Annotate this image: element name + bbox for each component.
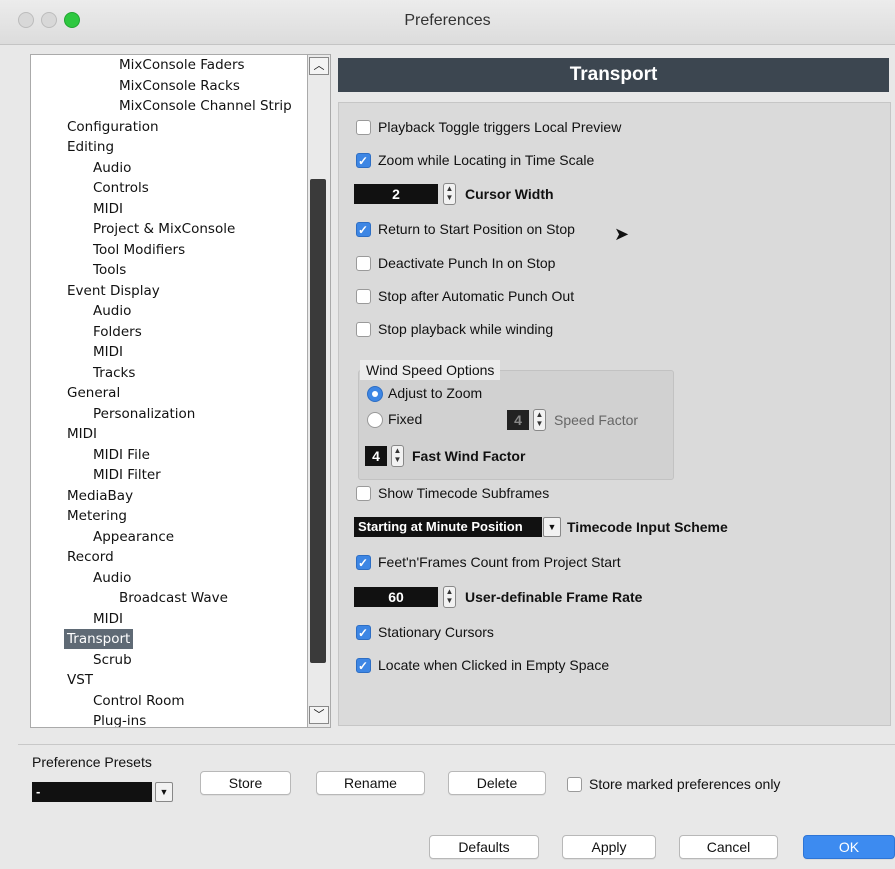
tree-item[interactable]: Broadcast Wave <box>119 588 228 608</box>
rename-button[interactable]: Rename <box>316 771 425 795</box>
adjust-zoom-radio[interactable] <box>367 386 383 402</box>
presets-select[interactable]: - <box>32 782 152 802</box>
frame-rate-stepper[interactable]: ▲ ▼ <box>443 586 456 608</box>
tree-item[interactable]: Editing <box>67 137 114 157</box>
stop-punch-out-checkbox[interactable] <box>356 289 371 304</box>
tree-item[interactable]: Controls <box>93 178 149 198</box>
speed-factor-label: Speed Factor <box>554 412 639 428</box>
cursor-width-stepper[interactable]: ▲ ▼ <box>443 183 456 205</box>
zoom-locating-label: Zoom while Locating in Time Scale <box>378 152 595 168</box>
tree-item[interactable]: MIDI <box>93 609 123 629</box>
stationary-checkbox[interactable] <box>356 623 371 643</box>
preferences-tree[interactable]: MixConsole Faders MixConsole Racks MixCons… <box>30 54 308 728</box>
fixed-radio[interactable] <box>367 412 383 428</box>
scroll-down-icon[interactable]: ﹀ <box>309 706 329 724</box>
tree-item[interactable]: MIDI Filter <box>93 465 161 485</box>
window-title: Preferences <box>404 12 491 29</box>
divider <box>18 744 895 745</box>
presets-chevron-down-icon[interactable]: ▼ <box>155 782 173 802</box>
tree-item[interactable]: MixConsole Channel Strip <box>119 96 292 116</box>
scroll-thumb[interactable] <box>310 179 326 663</box>
tree-item[interactable]: Tracks <box>93 363 135 383</box>
tree-item[interactable]: Folders <box>93 322 142 342</box>
tree-item[interactable]: Transport <box>64 629 134 649</box>
tree-item[interactable]: MIDI File <box>93 445 150 465</box>
return-start-checkbox[interactable] <box>356 220 371 240</box>
ok-button[interactable]: OK <box>803 835 895 859</box>
tree-item[interactable]: Control Room <box>93 691 185 711</box>
feet-frames-label: Feet'n'Frames Count from Project Start <box>378 554 621 570</box>
stop-winding-checkbox[interactable] <box>356 322 371 337</box>
mouse-cursor-icon: ➤ <box>614 224 630 244</box>
tree-item[interactable]: MIDI <box>93 342 123 362</box>
scroll-up-icon[interactable]: ︿ <box>309 57 329 75</box>
page-title: Transport <box>338 58 889 92</box>
tree-scrollbar[interactable]: ︿ ﹀ <box>307 54 331 728</box>
frame-rate-value[interactable]: 60 <box>354 587 438 607</box>
tree-item[interactable]: Audio <box>93 301 131 321</box>
tree-item[interactable]: MIDI <box>93 199 123 219</box>
fast-wind-stepper[interactable]: ▲ ▼ <box>391 445 404 467</box>
fast-wind-value[interactable]: 4 <box>365 446 387 466</box>
zoom-locating-checkbox[interactable] <box>356 151 371 171</box>
timecode-subframes-label: Show Timecode Subframes <box>378 485 550 501</box>
feet-frames-checkbox[interactable] <box>356 553 371 573</box>
adjust-zoom-label: Adjust to Zoom <box>388 385 483 401</box>
playback-toggle-checkbox[interactable] <box>356 120 371 135</box>
tree-item[interactable]: Personalization <box>93 404 195 424</box>
tree-item[interactable]: Audio <box>93 568 131 588</box>
store-button[interactable]: Store <box>200 771 291 795</box>
tree-item[interactable]: Project & MixConsole <box>93 219 235 239</box>
store-marked-label: Store marked preferences only <box>589 776 781 792</box>
speed-factor-value[interactable]: 4 <box>507 410 529 430</box>
locate-click-label: Locate when Clicked in Empty Space <box>378 657 610 673</box>
fixed-label: Fixed <box>388 411 423 427</box>
apply-button[interactable]: Apply <box>562 835 656 859</box>
tree-item[interactable]: Event Display <box>67 281 160 301</box>
stationary-label: Stationary Cursors <box>378 624 494 640</box>
stop-winding-label: Stop playback while winding <box>378 321 554 337</box>
tree-item[interactable]: Tool Modifiers <box>93 240 185 260</box>
timecode-scheme-label: Timecode Input Scheme <box>567 519 728 535</box>
store-marked-checkbox[interactable] <box>567 777 582 792</box>
tree-item[interactable]: MixConsole Racks <box>119 76 240 96</box>
tree-item[interactable]: Configuration <box>67 117 159 137</box>
tree-item[interactable]: General <box>67 383 120 403</box>
fast-wind-label: Fast Wind Factor <box>412 448 526 464</box>
deactivate-punch-label: Deactivate Punch In on Stop <box>378 255 556 271</box>
locate-click-checkbox[interactable] <box>356 656 371 676</box>
speed-factor-stepper[interactable]: ▲ ▼ <box>533 409 546 431</box>
wind-speed-title: Wind Speed Options <box>360 360 501 380</box>
tree-item[interactable]: VST <box>67 670 93 690</box>
tree-item[interactable]: Record <box>67 547 114 567</box>
title-bar: Preferences <box>0 0 895 45</box>
deactivate-punch-checkbox[interactable] <box>356 256 371 271</box>
cursor-width-label: Cursor Width <box>465 186 554 202</box>
defaults-button[interactable]: Defaults <box>429 835 539 859</box>
return-start-label: Return to Start Position on Stop <box>378 221 575 237</box>
timecode-scheme-select[interactable]: Starting at Minute Position <box>354 517 542 537</box>
frame-rate-label: User-definable Frame Rate <box>465 589 643 605</box>
stop-punch-out-label: Stop after Automatic Punch Out <box>378 288 575 304</box>
playback-toggle-label: Playback Toggle triggers Local Preview <box>378 119 622 135</box>
tree-item[interactable]: Tools <box>93 260 126 280</box>
cursor-width-value[interactable]: 2 <box>354 184 438 204</box>
tree-item[interactable]: MediaBay <box>67 486 133 506</box>
tree-item[interactable]: MIDI <box>67 424 97 444</box>
timecode-subframes-checkbox[interactable] <box>356 486 371 501</box>
tree-item[interactable]: Plug-ins <box>93 711 146 727</box>
tree-item[interactable]: Audio <box>93 158 131 178</box>
cancel-button[interactable]: Cancel <box>679 835 778 859</box>
tree-item[interactable]: Appearance <box>93 527 174 547</box>
tree-item[interactable]: Scrub <box>93 650 132 670</box>
tree-item[interactable]: Metering <box>67 506 127 526</box>
delete-button[interactable]: Delete <box>448 771 546 795</box>
chevron-down-icon[interactable]: ▼ <box>543 517 561 537</box>
tree-item[interactable]: MixConsole Faders <box>119 55 245 75</box>
presets-label: Preference Presets <box>32 754 152 770</box>
